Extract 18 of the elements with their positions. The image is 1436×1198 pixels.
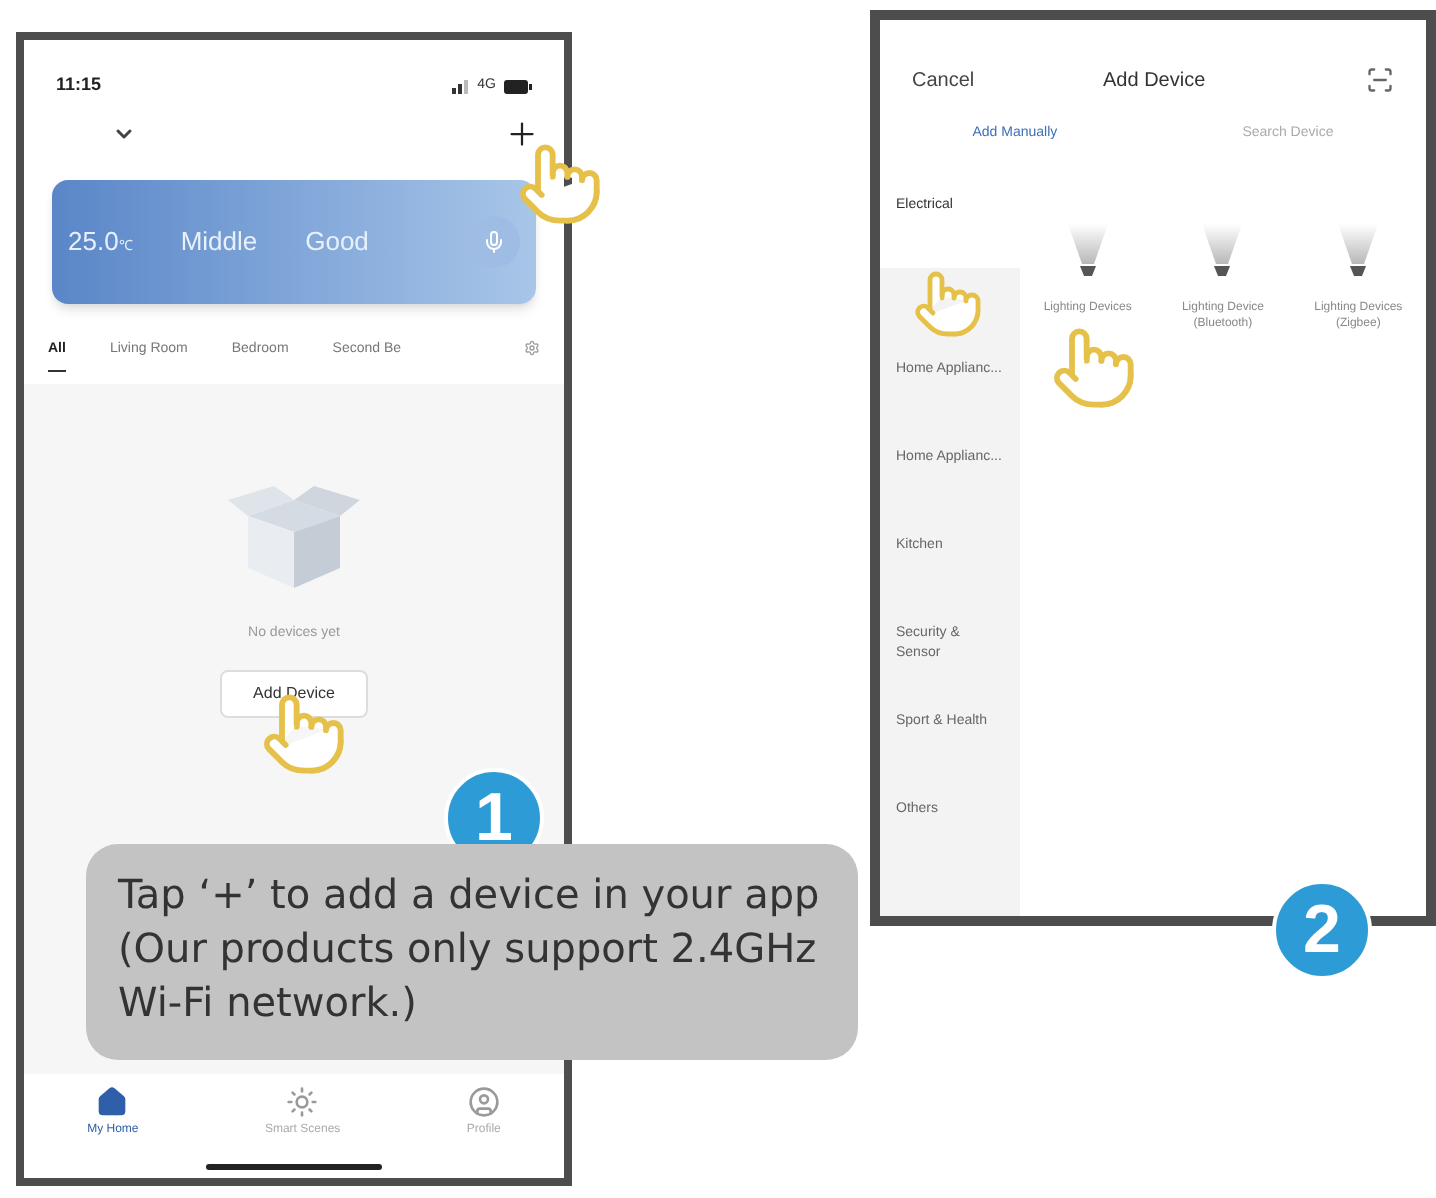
status-time: 11:15	[56, 72, 102, 99]
signal-icon	[451, 79, 470, 93]
instruction-callout: Tap ‘+’ to add a device in your app (Our products only support 2.4GHz Wi-Fi network.)	[86, 844, 858, 1060]
cancel-link[interactable]: Cancel	[912, 65, 975, 95]
battery-icon	[504, 79, 532, 93]
settings-icon[interactable]	[524, 340, 540, 356]
tap-hand-icon	[912, 268, 984, 340]
scan-icon[interactable]	[1366, 66, 1394, 94]
step-number-badge: 2	[1272, 880, 1372, 980]
empty-box-icon	[224, 480, 364, 592]
tap-hand-icon	[1050, 324, 1138, 412]
screen-title: Add Device	[1103, 67, 1206, 95]
weather-value: Middle	[180, 224, 258, 261]
sun-icon	[286, 1086, 319, 1118]
home-icon	[96, 1086, 129, 1118]
profile-icon	[467, 1086, 500, 1118]
weather-value: Good	[305, 224, 369, 261]
microphone-icon	[482, 230, 506, 254]
